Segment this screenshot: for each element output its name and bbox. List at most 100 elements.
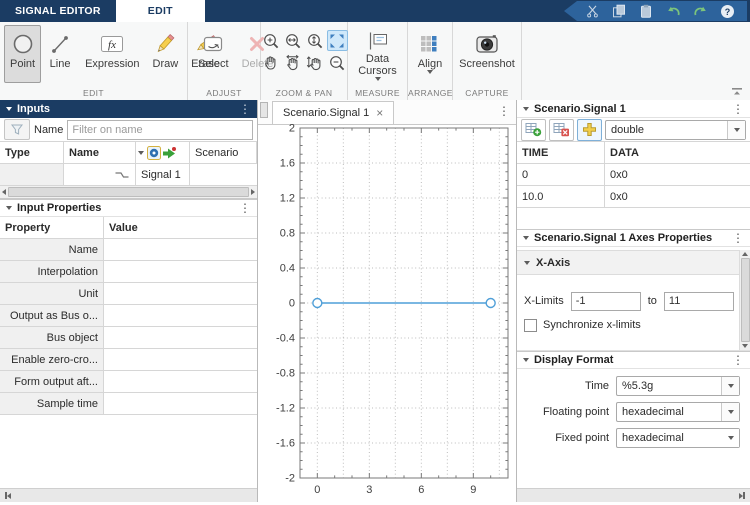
copy-icon[interactable] <box>611 3 627 19</box>
datatype-combo[interactable]: double <box>605 119 746 140</box>
zoom-in-icon[interactable] <box>261 30 282 51</box>
panel-menu-icon[interactable]: ⋮ <box>732 103 744 115</box>
tab-signal-editor[interactable]: SIGNAL EDITOR <box>0 0 116 22</box>
signal-active-cell[interactable] <box>190 164 257 186</box>
section-label-adjust: ADJUST <box>206 88 242 98</box>
collapse-right-icon[interactable] <box>739 492 745 499</box>
property-value[interactable] <box>104 349 257 371</box>
collapse-icon <box>523 106 529 111</box>
point-button[interactable]: Point <box>4 25 42 83</box>
undo-icon[interactable] <box>665 3 681 19</box>
screenshot-button[interactable]: Screenshot <box>453 25 521 83</box>
col-header-data[interactable]: DATA <box>605 142 750 164</box>
col-header-name[interactable]: Name <box>64 142 136 164</box>
insert-row-icon <box>583 123 596 136</box>
property-value[interactable] <box>104 239 257 261</box>
pan-y-icon[interactable] <box>305 52 326 73</box>
x-max-input[interactable] <box>663 291 734 311</box>
row-expand-icon[interactable] <box>138 150 144 155</box>
col-header-time[interactable]: TIME <box>517 142 605 164</box>
axes-properties-header[interactable]: Scenario.Signal 1 Axes Properties ⋮ <box>517 229 750 247</box>
property-value[interactable] <box>104 371 257 393</box>
x-min-input[interactable] <box>570 291 641 311</box>
panel-menu-icon[interactable]: ⋮ <box>239 103 251 115</box>
property-value[interactable] <box>104 261 257 283</box>
add-row-button[interactable] <box>521 118 546 141</box>
insert-row-button[interactable] <box>577 118 602 141</box>
panel-menu-icon[interactable]: ⋮ <box>732 354 744 366</box>
pan-icon[interactable] <box>261 52 282 73</box>
col-header-type[interactable]: Type <box>0 142 64 164</box>
zoom-x-icon[interactable] <box>283 30 304 51</box>
cut-icon[interactable] <box>584 3 600 19</box>
scenario-name-cell[interactable]: Scenario <box>190 142 257 164</box>
fit-to-view-icon[interactable] <box>326 30 348 51</box>
property-label: Unit <box>0 283 104 305</box>
col-header-property[interactable]: Property <box>0 217 104 239</box>
synchronize-checkbox[interactable] <box>524 318 537 332</box>
display-format-header[interactable]: Display Format ⋮ <box>517 351 750 369</box>
splitter-grip[interactable] <box>260 102 268 118</box>
document-tab[interactable]: Scenario.Signal 1 × <box>272 101 395 124</box>
scenario-type-cell[interactable] <box>136 142 190 164</box>
property-label: Name <box>0 239 104 261</box>
redo-icon[interactable] <box>692 3 708 19</box>
inputs-hscrollbar[interactable] <box>0 186 257 199</box>
signal-panel-title: Scenario.Signal 1 <box>534 102 626 115</box>
time-format-combo[interactable]: %5.3g <box>616 376 740 396</box>
chevron-down-icon[interactable] <box>721 377 739 395</box>
signal-plot[interactable]: 0 3 6 9 2 1.6 1.2 0.8 0.4 0 -0.4 -0.8 -1.2 -1.6 -2 <box>258 123 516 502</box>
close-tab-icon[interactable]: × <box>376 107 383 119</box>
panel-menu-icon[interactable]: ⋮ <box>732 232 744 244</box>
scenario-visibility-cell[interactable] <box>0 164 64 186</box>
line-button[interactable]: Line <box>42 25 78 83</box>
scroll-down-icon[interactable] <box>742 344 748 348</box>
data-cursors-button[interactable]: Data Cursors <box>352 25 403 83</box>
axes-vscrollbar[interactable] <box>739 250 750 350</box>
collapse-ribbon-icon[interactable] <box>730 85 744 97</box>
collapse-left-icon[interactable] <box>5 492 11 499</box>
document-menu-icon[interactable]: ⋮ <box>498 104 510 118</box>
chevron-down-icon[interactable] <box>727 120 745 139</box>
zoom-out-icon[interactable] <box>327 52 348 73</box>
delete-row-button[interactable] <box>549 118 574 141</box>
scrollbar-thumb[interactable] <box>740 258 750 342</box>
chevron-down-icon[interactable] <box>722 429 739 447</box>
floating-point-combo[interactable]: hexadecimal <box>616 402 740 422</box>
filter-funnel-icon[interactable] <box>4 119 30 140</box>
property-value[interactable] <box>104 305 257 327</box>
zoom-y-icon[interactable] <box>305 30 326 51</box>
help-icon[interactable]: ? <box>719 3 735 19</box>
draw-button[interactable]: Draw <box>147 25 185 83</box>
scrollbar-thumb[interactable] <box>8 187 249 197</box>
paste-icon[interactable] <box>638 3 654 19</box>
signal-type-cell[interactable] <box>64 164 136 186</box>
scroll-up-icon[interactable] <box>742 252 748 256</box>
filter-input[interactable] <box>67 119 253 140</box>
time-cell[interactable]: 0 <box>517 164 605 186</box>
signal-panel-header[interactable]: Scenario.Signal 1 ⋮ <box>517 100 750 118</box>
panel-menu-icon[interactable]: ⋮ <box>239 202 251 214</box>
data-cell[interactable]: 0x0 <box>605 164 750 186</box>
pan-x-icon[interactable] <box>283 52 304 73</box>
chevron-down-icon[interactable] <box>721 403 739 421</box>
tab-edit[interactable]: EDIT <box>115 0 205 22</box>
scroll-right-icon[interactable] <box>251 189 255 195</box>
property-value[interactable] <box>104 283 257 305</box>
x-axis-section-header[interactable]: X-Axis <box>517 250 739 275</box>
property-value[interactable] <box>104 393 257 415</box>
data-cell[interactable]: 0x0 <box>605 186 750 208</box>
display-format-body: Time %5.3g Floating point hexadecimal Fi… <box>517 369 750 451</box>
left-panel-bottom-strip <box>0 488 257 502</box>
signal-name-cell[interactable]: Signal 1 <box>136 164 190 186</box>
time-cell[interactable]: 10.0 <box>517 186 605 208</box>
input-properties-header[interactable]: Input Properties ⋮ <box>0 199 257 217</box>
fixed-point-combo[interactable]: hexadecimal <box>616 428 740 448</box>
select-button[interactable]: Select <box>192 25 235 83</box>
align-button[interactable]: Align <box>412 25 448 83</box>
expression-button[interactable]: fx Expression <box>79 25 145 83</box>
inputs-panel-header[interactable]: Inputs ⋮ <box>0 100 257 118</box>
property-value[interactable] <box>104 327 257 349</box>
scroll-left-icon[interactable] <box>2 189 6 195</box>
col-header-value[interactable]: Value <box>104 217 257 239</box>
